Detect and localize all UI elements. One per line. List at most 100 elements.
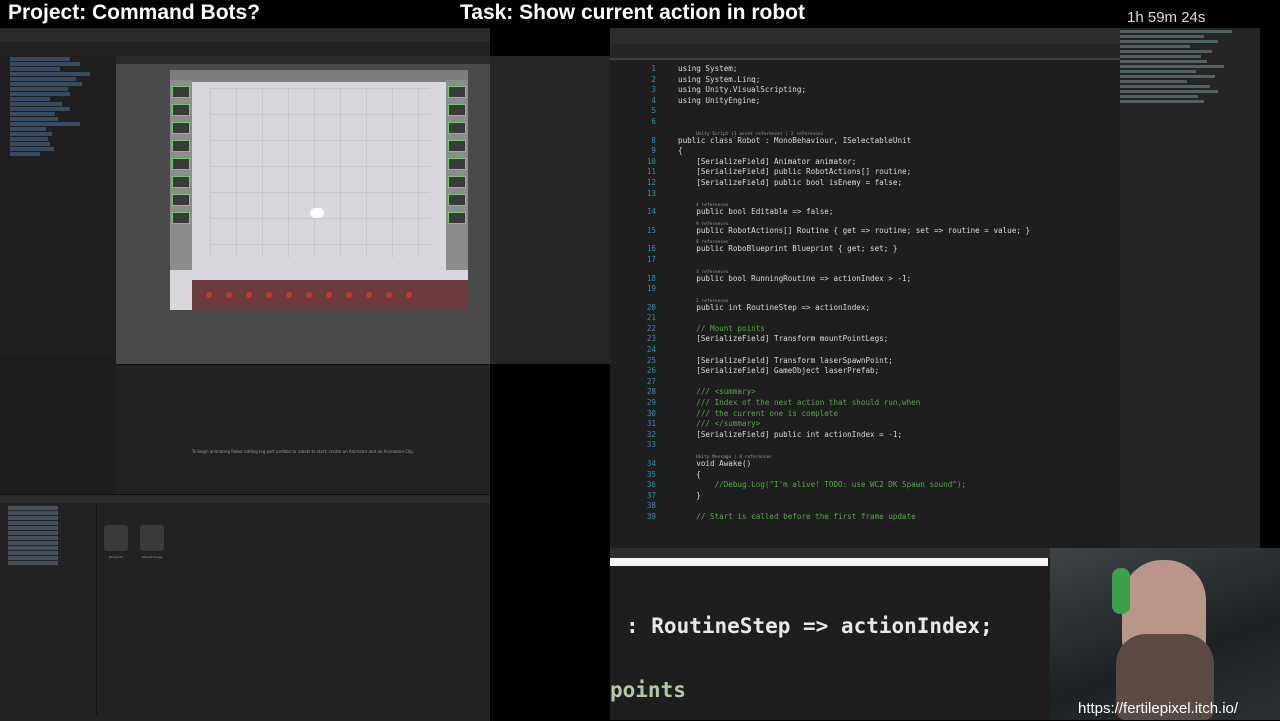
code-line[interactable]: 3 using Unity.VisualScripting; [610,85,1110,96]
task-title: Task: Show current action in robot [460,1,805,24]
visual-studio: 1 using System; 2 using System.Linq; 3 using … [610,28,1120,548]
code-line[interactable]: 4 using UnityEngine; [610,96,1110,107]
line-number: 17 [646,254,656,264]
codelens-reference[interactable]: Unity Script (1 asset reference) | 2 ref… [696,130,823,141]
code-line[interactable]: 6 [610,117,1110,128]
headphones-icon [1112,568,1130,614]
line-number: 34 [646,459,656,468]
line-number: 11 [646,167,656,177]
codelens-reference[interactable]: 8 references [696,238,729,249]
line-number: 4 [651,95,656,105]
scene-toolbar[interactable] [116,56,490,64]
code-line[interactable]: 36 //Debug.Log("I'm alive! TODO: use WC2… [610,480,1110,491]
line-number: 21 [646,313,656,323]
code-line[interactable]: 8 public class Robot : MonoBehaviour, ISe… [610,132,1110,147]
asset-standard-legs[interactable]: StandardLegs [140,525,164,559]
code-line[interactable]: 33 [610,440,1110,451]
line-number: 12 [646,177,656,187]
webcam-feed [1050,548,1280,720]
code-line[interactable]: 12 [SerializeField] public bool isEnemy … [610,178,1110,189]
line-number: 30 [646,408,656,418]
stream-timer: 1h 59m 24s [1127,9,1206,26]
stream-banner: Project: Command Bots? Task: Show curren… [0,0,1280,28]
code-line[interactable]: 22 // Mount points [610,324,1110,335]
solution-explorer[interactable] [1120,28,1260,548]
hierarchy-panel[interactable] [0,56,117,356]
code-line[interactable]: 35 { [610,470,1110,481]
vs-menu-bar[interactable] [610,28,1120,44]
code-line[interactable]: 18 public bool RunningRoutine => actionI… [610,270,1110,285]
line-text: [SerializeField] GameObject laserPrefab; [678,366,880,376]
code-line[interactable]: 2 using System.Linq; [610,75,1110,86]
code-line[interactable]: 34 void Awake() Unity Message | 0 referen… [610,455,1110,470]
animator-panel[interactable]: To begin animating Robot adding leg part… [116,364,490,495]
line-number: 32 [646,429,656,439]
code-line[interactable]: 32 [SerializeField] public int actionInd… [610,430,1110,441]
project-folder-tree[interactable] [0,505,97,715]
unity-toolbar[interactable] [0,42,490,57]
code-line[interactable]: 11 [SerializeField] public RobotActions[… [610,167,1110,178]
zoom-magnifier: : RoutineStep => actionIndex; points [610,548,1050,720]
code-line[interactable]: 17 [610,255,1110,266]
code-line[interactable]: 25 [SerializeField] Transform laserSpawn… [610,356,1110,367]
project-tabs[interactable] [0,495,490,503]
codelens-reference[interactable]: 2 references [696,297,729,308]
code-line[interactable]: 28 /// <summary> [610,387,1110,398]
code-line[interactable]: 37 } [610,491,1110,502]
line-text: // Start is called before the first fram… [678,511,916,521]
board-floor [192,280,468,310]
codelens-reference[interactable]: 3 references [696,268,729,279]
line-number: 16 [646,244,656,254]
codelens-reference[interactable]: 9 references [696,220,729,231]
line-text: [SerializeField] Animator animator; [678,156,857,166]
code-line[interactable]: 10 [SerializeField] Animator animator; [610,157,1110,168]
unity-menu-bar[interactable] [0,28,490,42]
line-number: 8 [651,135,656,145]
code-line[interactable]: 16 public RoboBlueprint Blueprint { get;… [610,240,1110,255]
code-line[interactable]: 30 /// the current one is complete [610,409,1110,420]
code-line[interactable]: 19 [610,284,1110,295]
vs-document-tabs[interactable] [610,44,1120,60]
code-line[interactable]: 24 [610,345,1110,356]
code-editor[interactable]: 1 using System; 2 using System.Linq; 3 using … [610,64,1110,523]
code-line[interactable]: 5 [610,106,1110,117]
line-number: 18 [646,273,656,283]
code-line[interactable]: 31 /// </summary> [610,419,1110,430]
codelens-reference[interactable]: Unity Message | 0 references [696,453,772,464]
line-text: public RobotActions[] Routine { get => r… [678,225,1031,235]
streamer-url: https://fertilepixel.itch.io/ [1078,700,1239,717]
zoom-input-bar [610,558,1048,566]
line-text: //Debug.Log("I'm alive! TODO: use WC2 DK… [678,480,967,490]
code-line[interactable]: 27 [610,377,1110,388]
line-number: 14 [646,207,656,217]
asset-blueprint[interactable]: Blueprint [104,525,128,559]
line-text: using System; [678,64,738,73]
code-line[interactable]: 39 // Start is called before the first f… [610,512,1110,523]
codelens-reference[interactable]: 4 references [696,201,729,212]
right-shelves [446,80,468,270]
code-line[interactable]: 21 [610,313,1110,324]
code-line[interactable]: 15 public RobotActions[] Routine { get =… [610,222,1110,237]
code-line[interactable]: 14 public bool Editable => false; 4 refer… [610,203,1110,218]
line-number: 28 [646,387,656,397]
robot-sprite[interactable] [310,208,324,218]
project-panel[interactable]: Blueprint StandardLegs [0,494,490,721]
line-text: { [678,469,701,479]
line-text: /// the current one is complete [678,408,839,418]
inspector-panel[interactable] [490,56,610,364]
code-line[interactable]: 13 [610,189,1110,200]
line-text: using System.Linq; [678,74,761,84]
code-line[interactable]: 26 [SerializeField] GameObject laserPref… [610,366,1110,377]
code-line[interactable]: 38 [610,501,1110,512]
line-number: 2 [651,74,656,84]
code-line[interactable]: 9{ [610,146,1110,157]
line-number: 36 [646,480,656,490]
code-line[interactable]: 20 public int RoutineStep => actionIndex… [610,299,1110,314]
code-line[interactable]: 29 /// Index of the next action that sho… [610,398,1110,409]
board-grid [210,88,430,258]
line-text: { [678,146,683,156]
code-line[interactable]: 23 [SerializeField] Transform mountPoint… [610,334,1110,345]
line-number: 15 [646,225,656,235]
line-number: 27 [646,376,656,386]
code-line[interactable]: 1 using System; [610,64,1110,75]
